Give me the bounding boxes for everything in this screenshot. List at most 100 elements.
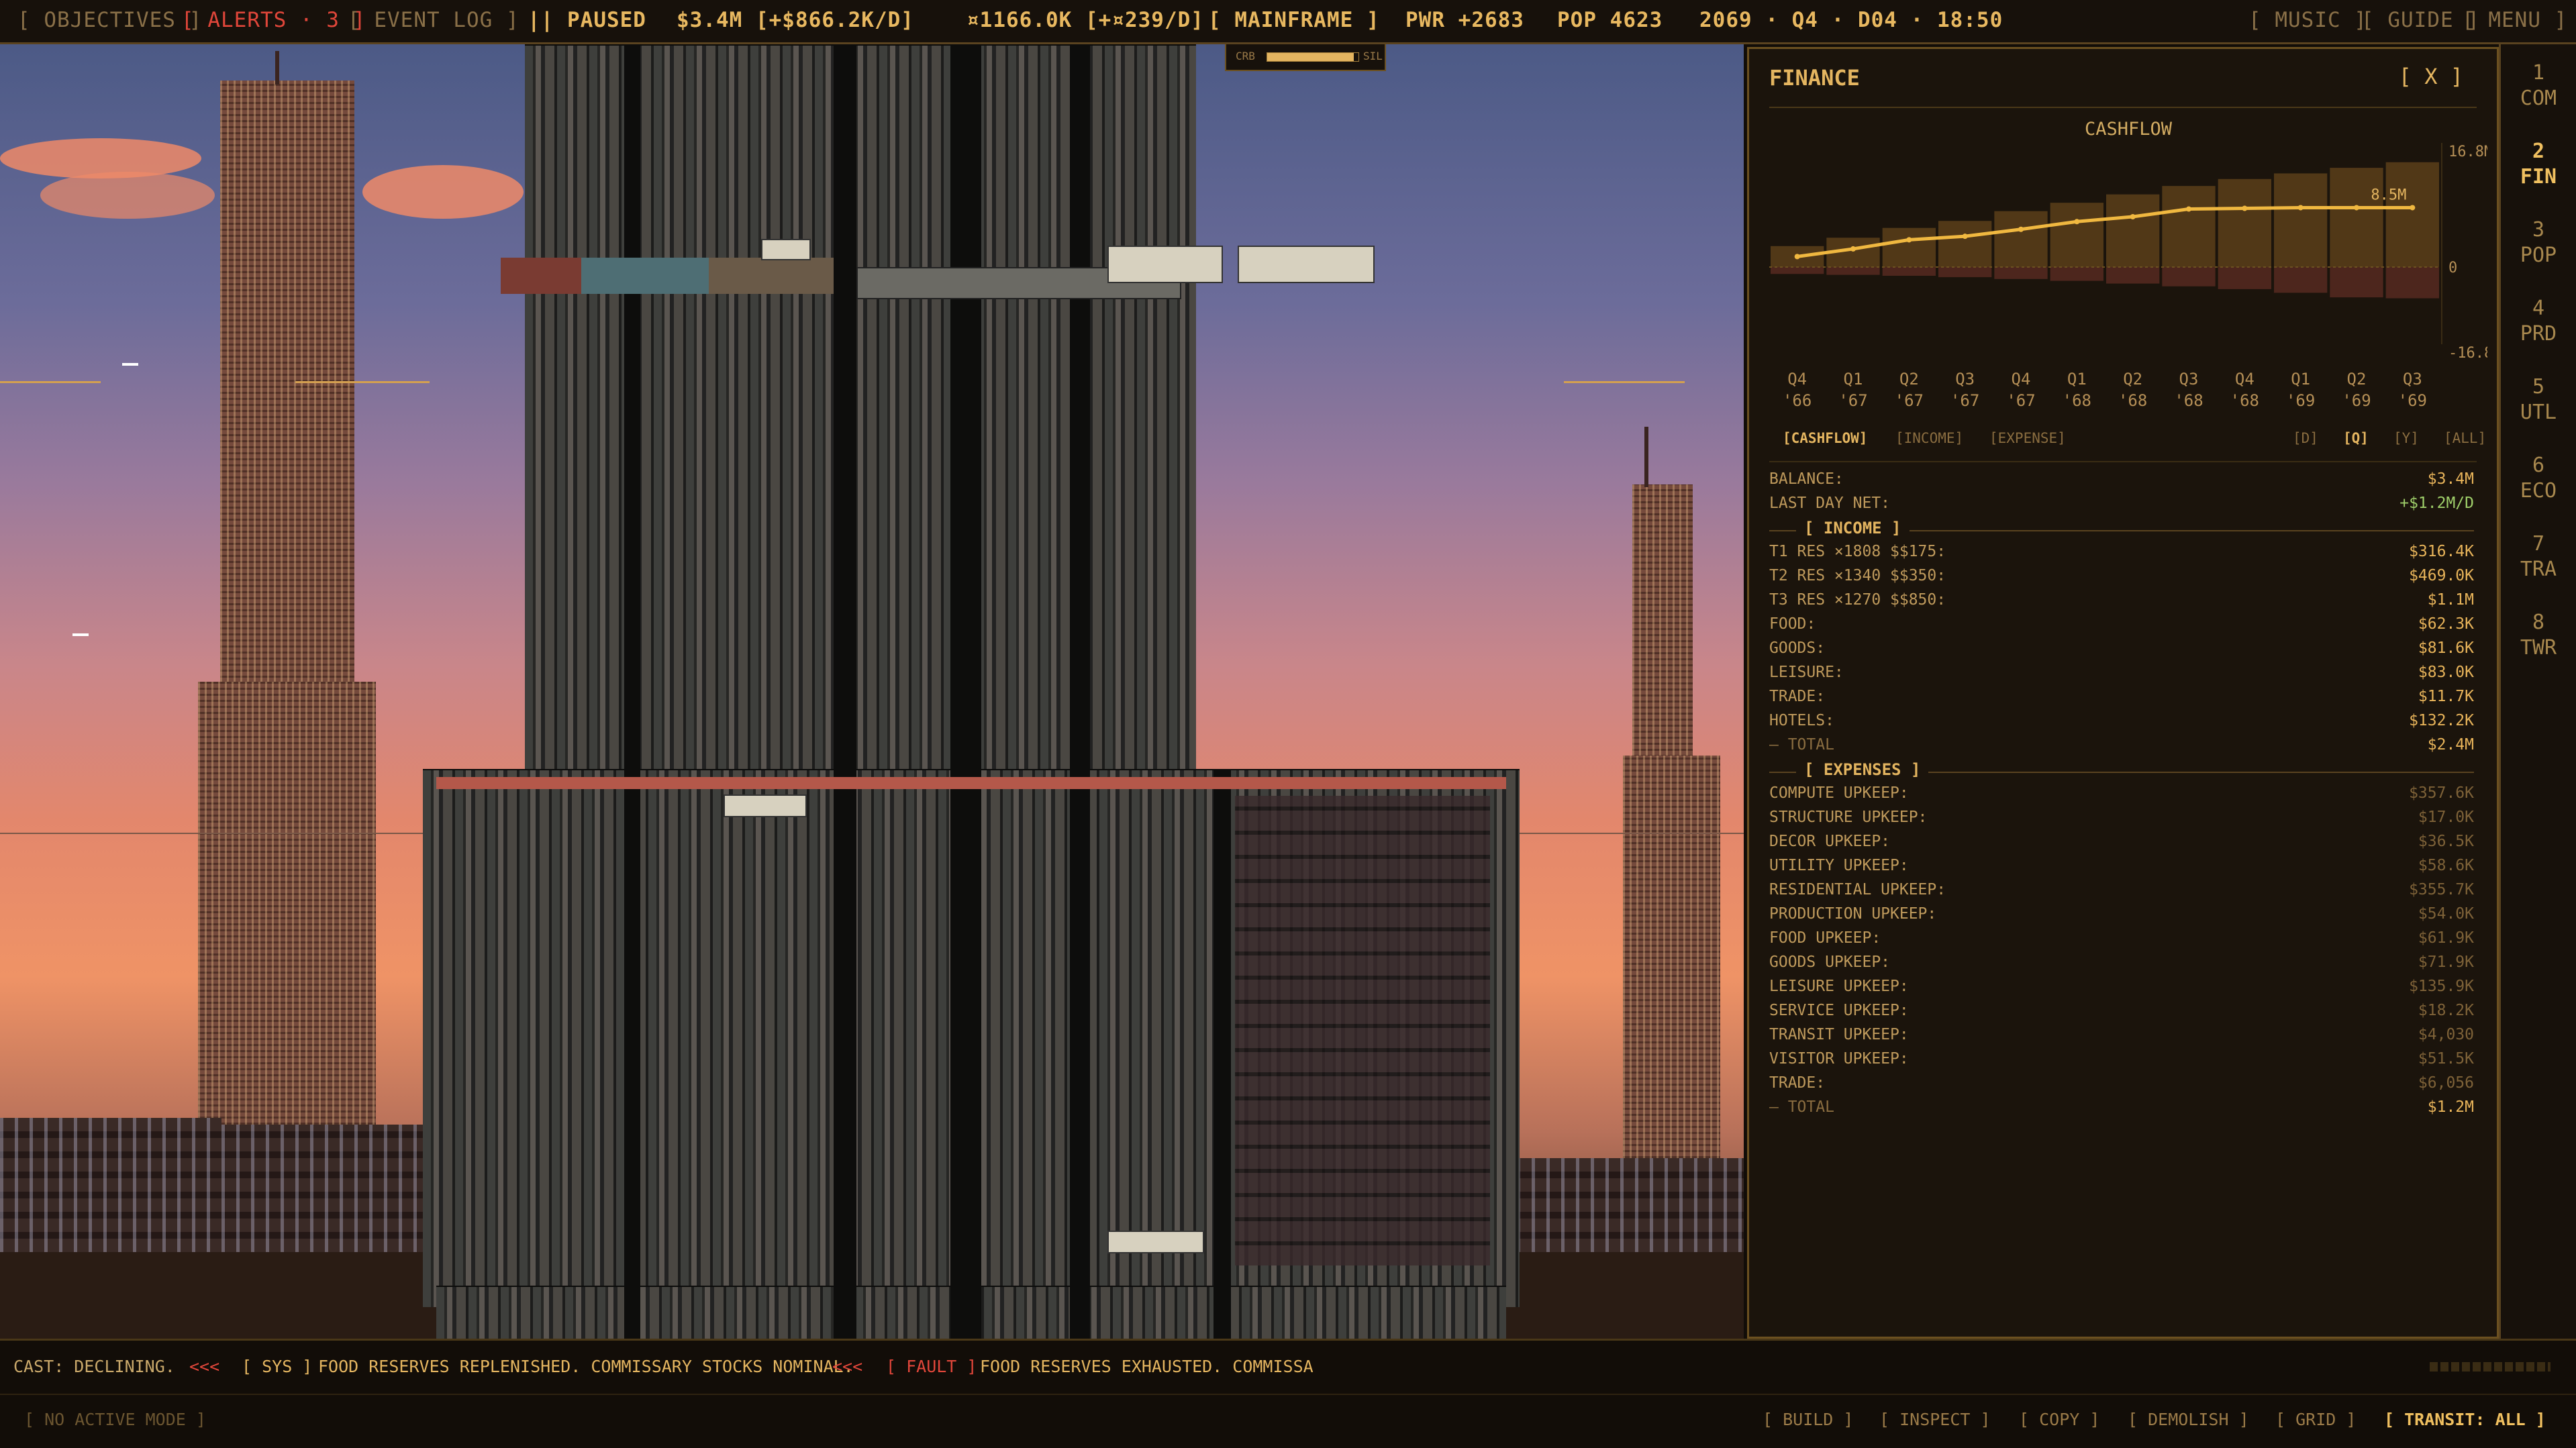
cargo-container[interactable]	[709, 258, 834, 294]
sidebar-item-pop[interactable]: 3 POP	[2501, 217, 2576, 268]
sidebar-item-label: POP	[2520, 244, 2557, 267]
elevator-shaft[interactable]	[1070, 44, 1090, 1339]
elevator-shaft[interactable]	[950, 44, 981, 1339]
demolish-button[interactable]: [ DEMOLISH ]	[2128, 1410, 2249, 1429]
cargo-container[interactable]	[501, 258, 581, 294]
event-log-button[interactable]: [ EVENT LOG ]	[348, 8, 519, 32]
close-button[interactable]: [ X ]	[2399, 64, 2463, 89]
income-bar	[2385, 162, 2439, 267]
expense-row: STRUCTURE UPKEEP: $17.0K	[1769, 809, 2474, 833]
sidebar-item-prd[interactable]: 4 PRD	[2501, 296, 2576, 347]
cloud	[40, 172, 215, 219]
annex-residences[interactable]	[1235, 796, 1490, 1265]
sidebar-item-label: COM	[2520, 87, 2557, 110]
chart-tabs: [CASHFLOW] [INCOME] [EXPENSE] [D] [Q] [Y…	[1783, 430, 2486, 453]
expense-label: LEISURE UPKEEP:	[1769, 978, 1909, 995]
objectives-button[interactable]: [ OBJECTIVES ]	[17, 8, 202, 32]
expense-bar	[2162, 267, 2216, 287]
chart-title: CASHFLOW	[2084, 119, 2173, 140]
sidebar-item-tra[interactable]: 7 TRA	[2501, 531, 2576, 582]
music-button[interactable]: [ MUSIC ]	[2248, 8, 2367, 32]
income-row: TRADE: $11.7K	[1769, 688, 2474, 712]
expense-value: $61.9K	[2418, 929, 2474, 947]
transit-filter-button[interactable]: [ TRANSIT: ALL ]	[2384, 1410, 2546, 1429]
cashflow-point	[2018, 226, 2024, 232]
menu-button[interactable]: [ MENU ]	[2462, 8, 2567, 32]
observation-deck[interactable]	[436, 777, 1506, 789]
expense-label: TRANSIT UPKEEP:	[1769, 1026, 1909, 1043]
alerts-button[interactable]: [ ALERTS · 3 ]	[181, 8, 366, 32]
tab-expense[interactable]: [EXPENSE]	[1989, 430, 2066, 446]
cashflow-point	[1850, 246, 1856, 252]
sidebar-item-eco[interactable]: 6 ECO	[2501, 453, 2576, 504]
sidebar-item-fin[interactable]: 2 FIN	[2501, 139, 2576, 190]
expense-label: FOOD UPKEEP:	[1769, 929, 1881, 947]
lit-room[interactable]	[1238, 246, 1375, 283]
expense-bar	[1938, 267, 1992, 278]
category-sidebar: 1 COM 2 FIN 3 POP 4 PRD 5 UTL 6 ECO 7 TRA 8 TWR	[2499, 44, 2576, 1339]
expense-bar	[1771, 267, 1824, 274]
sidebar-item-label: UTL	[2520, 401, 2557, 424]
range-year[interactable]: [Y]	[2393, 430, 2419, 446]
last-day-net-value: +$1.2M/D	[2399, 495, 2474, 512]
expense-label: TRADE:	[1769, 1074, 1826, 1092]
mainframe-mode-button[interactable]: [ MAINFRAME ]	[1208, 8, 1380, 32]
tab-income[interactable]: [INCOME]	[1895, 430, 1963, 446]
panel-title: FINANCE	[1769, 65, 1860, 91]
expense-label: UTILITY UPKEEP:	[1769, 857, 1909, 874]
range-quarter[interactable]: [Q]	[2343, 430, 2369, 446]
power-line	[0, 381, 101, 383]
x-tick-label: Q3'69	[2397, 370, 2427, 410]
y-tick-label: -16.8M	[2448, 345, 2487, 362]
income-label: LEISURE:	[1769, 664, 1844, 681]
elevator-shaft[interactable]	[624, 44, 640, 1339]
elevator-shaft[interactable]	[1213, 769, 1231, 1339]
lit-room[interactable]	[724, 794, 807, 817]
expense-bar	[2106, 267, 2160, 284]
income-bar	[1882, 227, 1936, 267]
lit-room[interactable]	[761, 239, 811, 260]
pause-indicator[interactable]: || PAUSED	[528, 8, 646, 32]
carbon-silicon-gauge: CRB SIL	[1225, 44, 1386, 71]
cargo-container[interactable]	[581, 258, 709, 294]
range-all[interactable]: [ALL]	[2444, 430, 2486, 446]
elevator-shaft[interactable]	[834, 44, 856, 1339]
expense-value: $36.5K	[2418, 833, 2474, 850]
expense-bar	[2218, 267, 2271, 289]
build-button[interactable]: [ BUILD ]	[1763, 1410, 1853, 1429]
tab-cashflow[interactable]: [CASHFLOW]	[1783, 430, 1867, 446]
expense-value: $17.0K	[2418, 809, 2474, 826]
population-readout: POP 4623	[1557, 8, 1663, 32]
grid-button[interactable]: [ GRID ]	[2275, 1410, 2356, 1429]
sidebar-item-twr[interactable]: 8 TWR	[2501, 610, 2576, 661]
expenses-total-row: — TOTAL $1.2M	[1769, 1098, 2474, 1123]
income-value: $469.0K	[2409, 567, 2474, 584]
range-day[interactable]: [D]	[2293, 430, 2318, 446]
income-bar	[2330, 168, 2383, 267]
top-bar: [ OBJECTIVES ] [ ALERTS · 3 ] [ EVENT LO…	[0, 0, 2576, 44]
income-bar	[2106, 194, 2160, 267]
inspect-button[interactable]: [ INSPECT ]	[1879, 1410, 1991, 1429]
gauge-fill	[1267, 53, 1354, 61]
sidebar-item-number: 4	[2532, 297, 2545, 320]
sidebar-item-utl[interactable]: 5 UTL	[2501, 374, 2576, 425]
income-value: $316.4K	[2409, 543, 2474, 560]
arcology-tower[interactable]	[423, 44, 1520, 1339]
ticker-sys-message: FOOD RESERVES REPLENISHED. COMMISSARY ST…	[318, 1357, 854, 1376]
expense-row: TRADE: $6,056	[1769, 1074, 2474, 1098]
lit-room[interactable]	[1107, 246, 1223, 283]
compute-readout: ¤1166.0K [+¤239/D]	[967, 8, 1204, 32]
expense-value: $51.5K	[2418, 1050, 2474, 1068]
y-tick-label: 16.8M	[2448, 144, 2487, 160]
expense-label: PRODUCTION UPKEEP:	[1769, 905, 1937, 923]
income-value: $1.1M	[2427, 591, 2474, 609]
cashflow-point	[2074, 219, 2080, 225]
lit-room[interactable]	[1107, 1231, 1204, 1253]
city-viewport[interactable]	[0, 44, 1744, 1339]
expense-value: $357.6K	[2409, 784, 2474, 802]
expenses-total-label: — TOTAL	[1769, 1098, 1834, 1116]
expense-bar	[2385, 267, 2439, 299]
sidebar-item-com[interactable]: 1 COM	[2501, 60, 2576, 111]
copy-button[interactable]: [ COPY ]	[2019, 1410, 2099, 1429]
expense-label: STRUCTURE UPKEEP:	[1769, 809, 1928, 826]
